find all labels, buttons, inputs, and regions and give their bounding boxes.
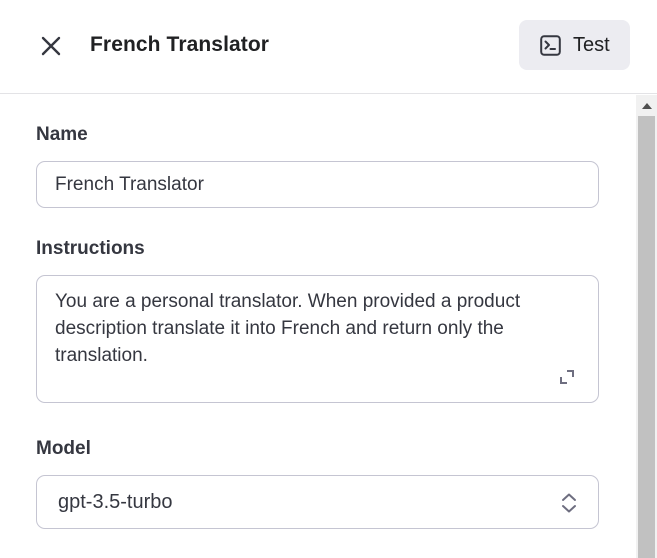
instructions-text: You are a personal translator. When prov… — [55, 291, 521, 366]
editor-header: French Translator Test — [0, 0, 657, 94]
test-button-label: Test — [573, 33, 610, 56]
model-select[interactable]: gpt-3.5-turbo — [36, 475, 599, 529]
name-input[interactable]: French Translator — [36, 161, 599, 208]
page-title: French Translator — [90, 33, 270, 56]
scroll-up-button[interactable] — [636, 95, 657, 116]
terminal-icon — [540, 34, 561, 56]
model-label: Model — [36, 438, 91, 459]
close-button[interactable] — [34, 29, 68, 63]
expand-icon[interactable] — [558, 368, 576, 386]
close-icon — [41, 36, 61, 56]
instructions-textarea[interactable]: You are a personal translator. When prov… — [36, 275, 599, 403]
vertical-scrollbar[interactable] — [636, 95, 657, 558]
instructions-label: Instructions — [36, 238, 145, 259]
scrollbar-thumb[interactable] — [638, 116, 655, 558]
form-content: Name French Translator Instructions You … — [0, 95, 636, 558]
chevron-up-down-icon — [562, 493, 576, 513]
model-select-value: gpt-3.5-turbo — [58, 490, 173, 513]
test-button[interactable]: Test — [519, 20, 630, 70]
name-label: Name — [36, 124, 88, 145]
scroll-up-arrow-icon — [641, 103, 652, 109]
